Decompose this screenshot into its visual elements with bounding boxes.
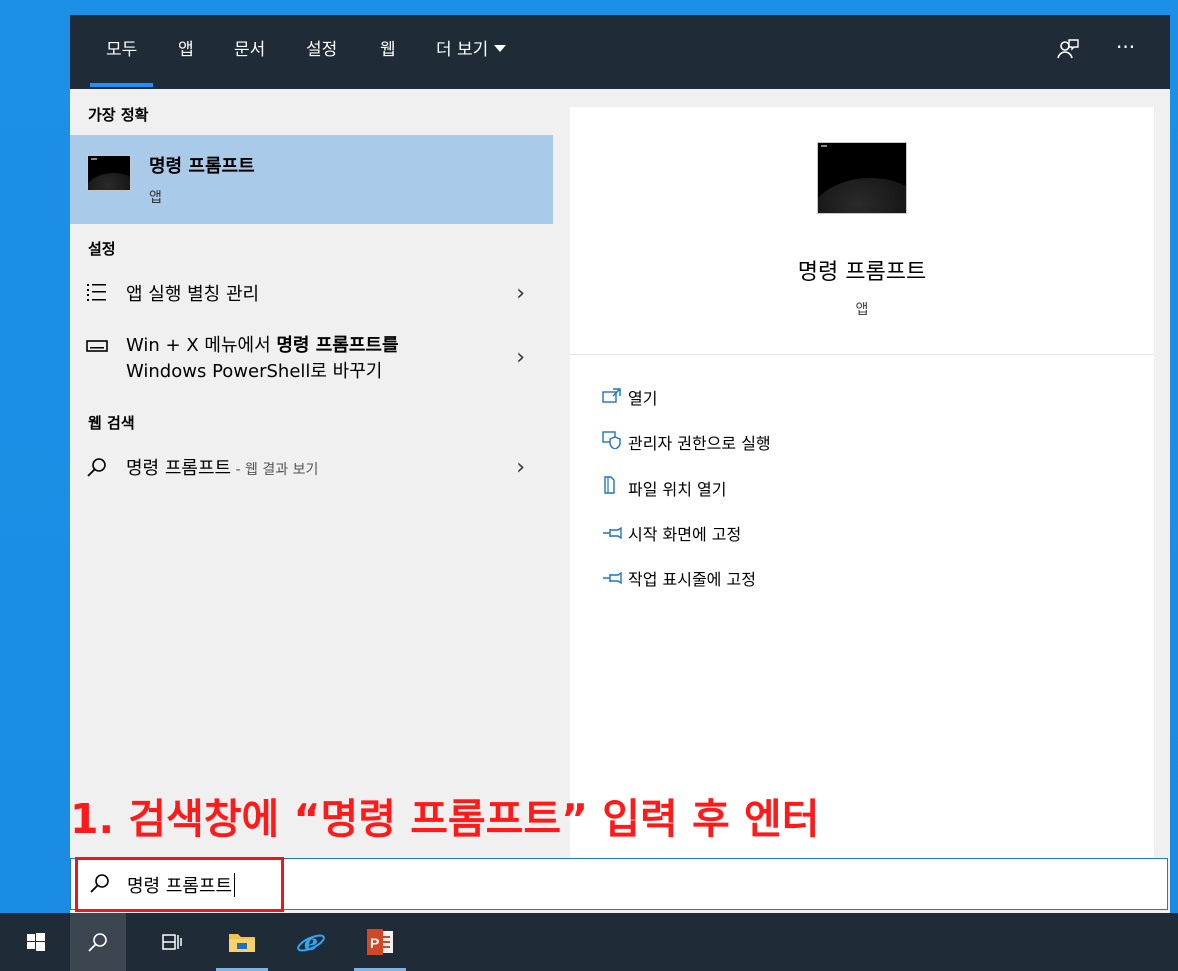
winx-label-bold: 명령 프롬프트 [276, 335, 382, 356]
tab-settings-label: 설정 [306, 40, 338, 60]
winx-label-suffix: 를 [382, 335, 399, 356]
tab-more[interactable]: 더 보기 [436, 38, 507, 62]
tab-apps-label: 앱 [178, 40, 194, 60]
task-view-icon [162, 934, 182, 950]
action-pin-to-start[interactable]: 시작 화면에 고정 [602, 521, 741, 545]
best-match-title: 명령 프롬프트 [149, 156, 255, 177]
annotation-highlight-box [75, 857, 284, 912]
search-panel: 모두 앱 문서 설정 웹 더 보기 ··· 가장 정확 명령 프롬프트 앱 설정… [70, 15, 1170, 913]
winx-label-prefix: Win + X 메뉴에서 [126, 335, 277, 356]
pin-icon [602, 525, 628, 544]
task-view-button[interactable] [144, 913, 200, 971]
chevron-right-icon: › [516, 455, 525, 480]
web-search-suffix: - 웹 결과 보기 [231, 462, 319, 478]
action-open-file-location[interactable]: 파일 위치 열기 [602, 475, 727, 500]
open-icon [602, 388, 628, 408]
action-open-label: 열기 [628, 389, 658, 408]
internet-explorer-button[interactable]: e [283, 913, 339, 971]
tab-web[interactable]: 웹 [380, 38, 396, 62]
action-pin-to-start-label: 시작 화면에 고정 [628, 525, 742, 544]
powerpoint-button[interactable]: P [352, 913, 408, 971]
preview-pane: 명령 프롬프트 앱 열기 관리자 권한으로 실행 파일 위치 열기 시작 화면에… [570, 107, 1154, 867]
web-search-item[interactable]: 명령 프롬프트 - 웹 결과 보기 › [70, 453, 553, 489]
taskbar-search-button[interactable] [70, 913, 126, 971]
tab-settings[interactable]: 설정 [306, 38, 337, 62]
file-explorer-button[interactable] [214, 913, 270, 971]
keyboard-icon [86, 337, 108, 360]
instruction-annotation: 1. 검색창에 “명령 프롬프트” 입력 후 엔터 [70, 795, 820, 843]
folder-icon [229, 934, 255, 952]
feedback-icon[interactable] [1056, 37, 1080, 66]
settings-item-winx-menu[interactable]: Win + X 메뉴에서 명령 프롬프트를 Windows PowerShell로… [70, 333, 553, 391]
search-icon [86, 456, 108, 483]
tab-all[interactable]: 모두 [89, 38, 154, 87]
best-match-type: 앱 [149, 190, 162, 206]
windows-logo-icon [27, 933, 45, 951]
action-run-as-admin[interactable]: 관리자 권한으로 실행 [602, 430, 771, 454]
file-location-icon [602, 475, 628, 499]
preview-type: 앱 [855, 302, 869, 318]
search-icon [88, 933, 107, 952]
winx-label-line2: Windows PowerShell로 바꾸기 [126, 361, 383, 382]
tab-apps[interactable]: 앱 [178, 38, 194, 62]
svg-text:e: e [304, 930, 318, 956]
best-match-header: 가장 정확 [88, 106, 149, 124]
chevron-right-icon: › [516, 281, 525, 306]
preview-title: 명령 프롬프트 [797, 260, 927, 285]
search-tabs-bar: 모두 앱 문서 설정 웹 더 보기 ··· [70, 15, 1170, 89]
web-search-query: 명령 프롬프트 [126, 458, 232, 479]
action-open[interactable]: 열기 [602, 385, 657, 409]
settings-item-winx-label: Win + X 메뉴에서 명령 프롬프트를 Windows PowerShell로… [126, 333, 399, 385]
settings-header: 설정 [88, 240, 116, 258]
svg-text:P: P [370, 935, 379, 951]
tab-more-label: 더 보기 [436, 40, 489, 60]
settings-item-app-alias[interactable]: 앱 실행 별칭 관리 › [70, 279, 553, 315]
action-open-file-location-label: 파일 위치 열기 [628, 480, 727, 499]
web-search-label: 명령 프롬프트 - 웹 결과 보기 [126, 456, 318, 483]
pin-icon [602, 570, 628, 589]
action-pin-to-taskbar[interactable]: 작업 표시줄에 고정 [602, 566, 756, 590]
more-options-icon[interactable]: ··· [1116, 35, 1135, 59]
list-settings-icon [86, 282, 108, 307]
tab-web-label: 웹 [380, 40, 396, 60]
taskbar: e P [0, 913, 1178, 971]
powerpoint-icon: P [367, 929, 393, 955]
start-button[interactable] [8, 913, 64, 971]
tab-documents-label: 문서 [234, 40, 266, 60]
command-prompt-app-icon [87, 155, 131, 191]
action-pin-to-taskbar-label: 작업 표시줄에 고정 [628, 570, 756, 589]
caret-down-icon [494, 45, 507, 52]
chevron-right-icon: › [516, 345, 525, 370]
settings-item-app-alias-label: 앱 실행 별칭 관리 [126, 284, 260, 305]
tab-documents[interactable]: 문서 [234, 38, 265, 62]
command-prompt-preview-icon [817, 142, 907, 214]
preview-divider [570, 354, 1154, 355]
internet-explorer-icon: e [297, 930, 325, 956]
shield-icon [602, 431, 628, 453]
web-search-header: 웹 검색 [88, 414, 135, 432]
best-match-item[interactable]: 명령 프롬프트 앱 [70, 135, 553, 224]
tab-all-label: 모두 [106, 40, 138, 60]
action-run-as-admin-label: 관리자 권한으로 실행 [628, 434, 771, 453]
results-list: 가장 정확 명령 프롬프트 앱 설정 앱 실행 별칭 관리 › Win + X … [70, 89, 553, 871]
